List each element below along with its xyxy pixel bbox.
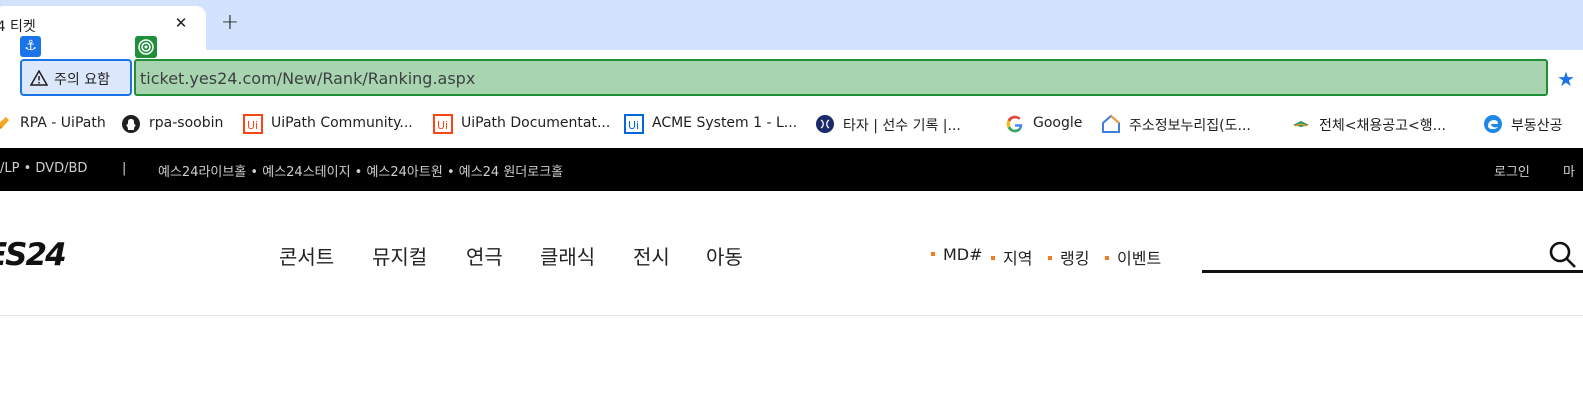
bullet-icon (1105, 255, 1109, 260)
bookmark-label: 주소정보누리집(도... (1129, 118, 1251, 134)
tab-close-icon[interactable]: ✕ (172, 14, 190, 32)
subnav-ranking-label: 랭킹 (1060, 249, 1090, 268)
subnav-event[interactable]: 이벤트 (1105, 245, 1161, 269)
login-link[interactable]: 로그인 (1494, 161, 1530, 180)
bullet-icon (1048, 255, 1052, 260)
anchor-icon: ⚓ (20, 36, 41, 57)
tab-strip: 예스24 티켓 ✕ + (0, 0, 1583, 50)
baseball-icon (816, 115, 834, 133)
nav-musical[interactable]: 뮤지컬 (372, 241, 427, 270)
security-chip-label: 주의 요함 (54, 72, 110, 88)
nav-classic[interactable]: 클래식 (540, 241, 595, 270)
yes24-logo[interactable]: ES24 (0, 237, 67, 273)
bookmark-label: UiPath Documentat... (461, 115, 611, 131)
subnav-md-label: MD# (943, 245, 983, 264)
pencil-icon (0, 117, 9, 129)
tab-title: 예스24 티켓 (0, 19, 36, 35)
nav-exhibition[interactable]: 전시 (633, 241, 670, 270)
edge-icon (1484, 115, 1502, 133)
subnav-ranking[interactable]: 랭킹 (1048, 245, 1089, 269)
nav-play[interactable]: 연극 (466, 241, 503, 270)
github-icon (122, 115, 140, 133)
topbar-venue-links[interactable]: 예스24라이브홀 • 예스24스테이지 • 예스24아트원 • 예스24 원더로… (158, 161, 563, 180)
bullet-icon (931, 251, 935, 256)
uipath-icon: Ui (433, 114, 453, 134)
search-icon[interactable] (1547, 239, 1577, 269)
search-input[interactable] (1202, 270, 1583, 273)
bookmark-label: 타자 | 선수 기록 |... (843, 118, 961, 134)
bookmark-label: 전체<채용공고<행... (1319, 118, 1446, 134)
subnav-region[interactable]: 지역 (991, 245, 1032, 269)
uipath-icon: Ui (243, 114, 263, 134)
bookmark-star-icon[interactable]: ★ (1557, 67, 1575, 91)
warning-icon (30, 70, 48, 86)
security-chip[interactable]: 주의 요함 (20, 59, 132, 96)
bookmark-label: RPA - UiPath (20, 115, 106, 131)
site-header: ES24 콘서트 뮤지컬 연극 클래식 전시 아동 MD# 지역 랭킹 이벤트 (0, 191, 1583, 316)
ui-icon: Ui (624, 114, 644, 134)
google-icon (1006, 115, 1023, 133)
topbar-category-link[interactable]: /LP • DVD/BD (0, 161, 87, 176)
new-tab-button[interactable]: + (219, 12, 241, 34)
address-bar[interactable]: ticket.yes24.com/New/Rank/Ranking.aspx (134, 59, 1548, 96)
target-icon (135, 36, 157, 58)
bird-icon (1293, 121, 1309, 127)
subnav-region-label: 지역 (1003, 249, 1033, 268)
bookmark-label: 부동산공 (1511, 118, 1563, 134)
bookmark-label: UiPath Community... (271, 115, 413, 131)
topbar-divider: | (122, 161, 127, 176)
bookmarks-bar: RPA - UiPath rpa-soobin Ui UiPath Commun… (0, 100, 1583, 148)
bullet-icon (991, 255, 995, 260)
bookmark-label: rpa-soobin (149, 115, 224, 131)
bookmark-label: Google (1033, 115, 1083, 131)
url-text: ticket.yes24.com/New/Rank/Ranking.aspx (140, 69, 476, 88)
subnav-md[interactable]: MD# (931, 245, 983, 264)
svg-text:Ui: Ui (628, 119, 639, 132)
topbar-cut-link[interactable]: 마 (1563, 161, 1575, 180)
nav-kids[interactable]: 아동 (706, 241, 743, 270)
bookmark-label: ACME System 1 - L... (652, 115, 798, 131)
site-topbar: /LP • DVD/BD | 예스24라이브홀 • 예스24스테이지 • 예스2… (0, 148, 1583, 191)
nav-concert[interactable]: 콘서트 (279, 241, 334, 270)
subnav-event-label: 이벤트 (1117, 249, 1162, 268)
house-icon (1102, 114, 1120, 133)
svg-text:Ui: Ui (247, 119, 258, 132)
browser-toolbar: ticket.yes24.com/New/Rank/Ranking.aspx 주… (0, 50, 1583, 100)
svg-text:Ui: Ui (437, 119, 448, 132)
